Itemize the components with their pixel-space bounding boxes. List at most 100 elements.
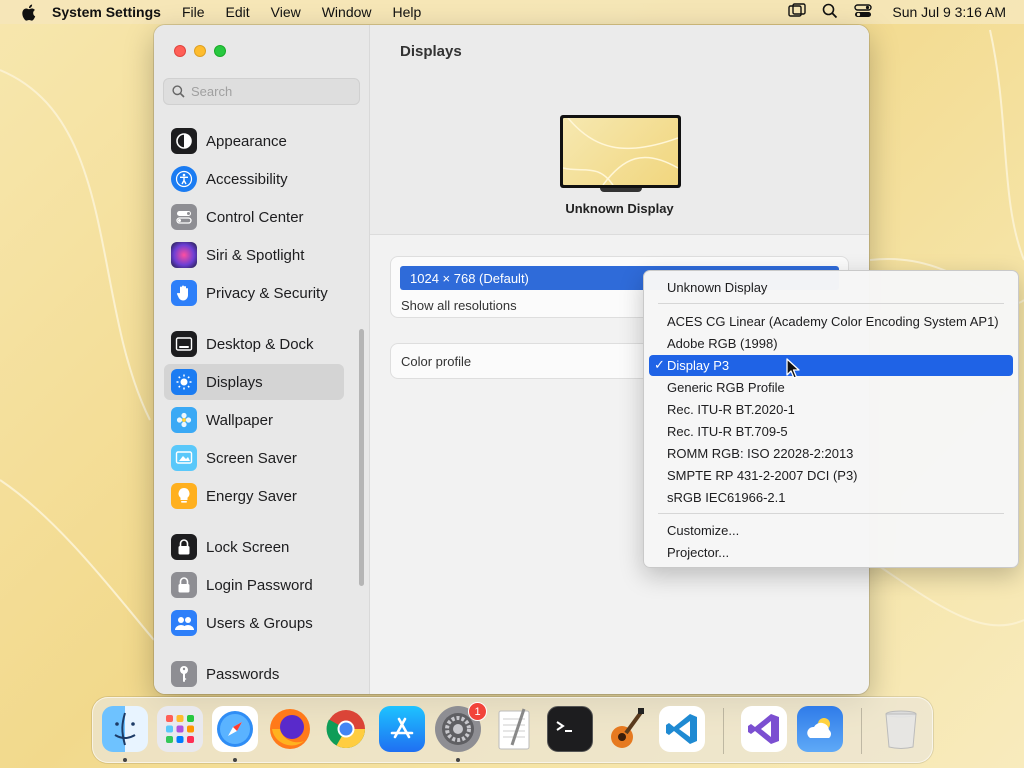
sidebar-item-login-password[interactable]: Login Password [164,567,344,603]
checkmark-icon: ✓ [654,357,665,372]
login-lock-icon [171,572,197,598]
sidebar-item-label: Login Password [206,576,313,594]
color-profile-menu: Unknown Display ACES CG Linear (Academy … [643,270,1019,568]
menu-option-adobe-rgb[interactable]: Adobe RGB (1998) [649,333,1013,354]
menu-option-projector[interactable]: Projector... [649,542,1013,563]
menu-option-label: Display P3 [667,358,730,373]
dock-separator [861,708,862,754]
sidebar-item-users-groups[interactable]: Users & Groups [164,605,344,641]
sidebar-item-lock-screen[interactable]: Lock Screen [164,529,344,565]
menu-option-generic-rgb[interactable]: Generic RGB Profile [649,377,1013,398]
hand-icon [171,280,197,306]
sidebar-item-desktop-dock[interactable]: Desktop & Dock [164,326,344,362]
finder-icon[interactable] [102,706,148,752]
system-settings-icon[interactable]: 1 [435,702,487,752]
menu-help[interactable]: Help [393,4,422,20]
control-center-icon[interactable] [854,3,873,22]
menu-option-rec709[interactable]: Rec. ITU-R BT.709-5 [649,421,1013,442]
window-controls [174,45,226,57]
monitor-stand [600,188,642,192]
mouse-cursor-icon [786,358,800,379]
visual-studio-icon[interactable] [741,706,787,752]
lock-icon [171,534,197,560]
menu-option-display-p3[interactable]: ✓ Display P3 [649,355,1013,376]
sidebar-item-label: Appearance [206,132,287,150]
sidebar-item-privacy-security[interactable]: Privacy & Security [164,275,344,311]
sidebar-item-passwords[interactable]: Passwords [164,656,344,692]
monitor-icon[interactable] [560,115,681,188]
show-all-resolutions-toggle[interactable]: Show all resolutions [401,298,517,313]
sidebar-item-control-center[interactable]: Control Center [164,199,344,235]
terminal-icon[interactable] [547,706,593,752]
key-icon [171,661,197,687]
sidebar-item-siri-spotlight[interactable]: Siri & Spotlight [164,237,344,273]
menu-bar: System Settings File Edit View Window He… [0,0,1024,24]
control-center-icon [171,204,197,230]
menu-option-srgb[interactable]: sRGB IEC61966-2.1 [649,487,1013,508]
garageband-icon[interactable] [603,706,649,752]
close-button[interactable] [174,45,186,57]
sidebar-item-label: Displays [206,373,263,391]
app-store-icon[interactable] [379,706,425,752]
siri-icon [171,242,197,268]
menu-edit[interactable]: Edit [226,4,250,20]
sidebar-item-label: Energy Saver [206,487,297,505]
menu-view[interactable]: View [271,4,301,20]
menu-app-name[interactable]: System Settings [52,4,161,20]
running-indicator [233,758,237,762]
menu-header-unknown-display: Unknown Display [667,280,768,295]
sidebar-item-label: Siri & Spotlight [206,246,305,264]
zoom-button[interactable] [214,45,226,57]
dock: 1 [92,697,933,763]
menu-option-smpte-dci[interactable]: SMPTE RP 431-2-2007 DCI (P3) [649,465,1013,486]
sidebar-item-label: Wallpaper [206,411,273,429]
users-icon [171,610,197,636]
sidebar-item-screen-saver[interactable]: Screen Saver [164,440,344,476]
weather-icon[interactable] [797,706,843,752]
menu-option-customize[interactable]: Customize... [649,520,1013,541]
sidebar-item-wallpaper[interactable]: Wallpaper [164,402,344,438]
firefox-icon[interactable] [267,706,313,752]
menu-clock[interactable]: Sun Jul 9 3:16 AM [892,4,1006,20]
safari-icon[interactable] [212,706,258,752]
spotlight-search-icon[interactable] [822,3,838,22]
sidebar-item-displays[interactable]: Displays [164,364,344,400]
menu-window[interactable]: Window [322,4,372,20]
sidebar-item-label: Users & Groups [206,614,313,632]
menu-option-romm-rgb[interactable]: ROMM RGB: ISO 22028-2:2013 [649,443,1013,464]
search-placeholder: Search [191,84,233,99]
display-name: Unknown Display [565,201,674,216]
launchpad-icon[interactable] [157,706,203,752]
brightness-icon [171,369,197,395]
menu-file[interactable]: File [182,4,205,20]
sidebar-item-label: Privacy & Security [206,284,328,302]
sidebar-item-energy-saver[interactable]: Energy Saver [164,478,344,514]
apple-menu-icon[interactable] [18,2,38,22]
sidebar-item-label: Accessibility [206,170,288,188]
sidebar: Search Appearance Accessibility Control … [154,25,370,694]
menu-separator [658,303,1004,304]
accessibility-icon [171,166,197,192]
minimize-button[interactable] [194,45,206,57]
menu-option-aces-cg[interactable]: ACES CG Linear (Academy Color Encoding S… [649,311,1013,332]
sidebar-scrollbar[interactable] [359,329,364,586]
vscode-icon[interactable] [659,706,705,752]
screen-mirroring-icon[interactable] [788,2,807,22]
sidebar-item-label: Screen Saver [206,449,297,467]
search-input[interactable]: Search [163,78,360,105]
sidebar-item-appearance[interactable]: Appearance [164,123,344,159]
flower-icon [171,407,197,433]
screen-saver-icon [171,445,197,471]
sidebar-item-label: Lock Screen [206,538,290,556]
dock-separator [723,708,724,754]
chrome-icon[interactable] [323,706,369,752]
textedit-icon[interactable] [491,706,537,752]
trash-icon[interactable] [878,706,924,752]
menu-option-rec2020[interactable]: Rec. ITU-R BT.2020-1 [649,399,1013,420]
appearance-icon [171,128,197,154]
lightbulb-icon [171,483,197,509]
sidebar-item-accessibility[interactable]: Accessibility [164,161,344,197]
running-indicator [123,758,127,762]
sidebar-item-label: Desktop & Dock [206,335,314,353]
sidebar-item-label: Control Center [206,208,304,226]
